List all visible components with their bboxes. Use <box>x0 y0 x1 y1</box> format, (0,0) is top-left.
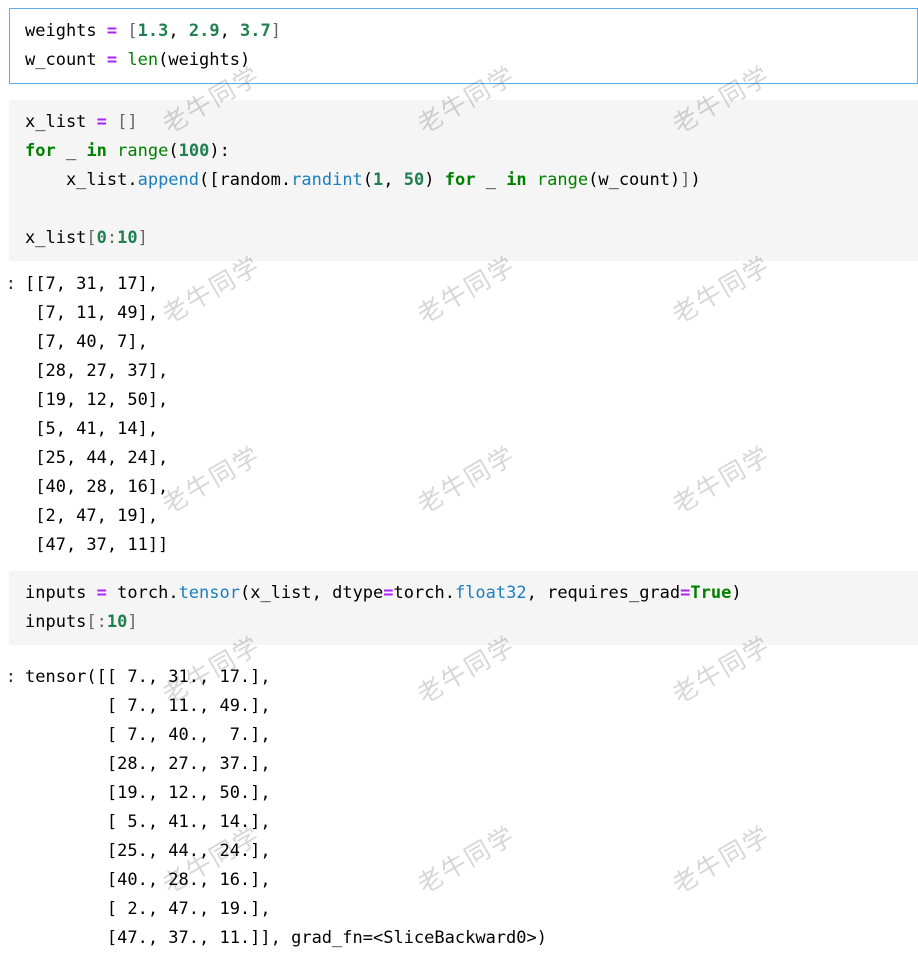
code-token: [ <box>127 21 138 41</box>
code-token: 0 <box>96 228 107 248</box>
code-token: [ <box>86 228 97 248</box>
code-token: [ <box>86 612 97 632</box>
code-token: 3.7 <box>240 21 271 41</box>
code-token: x_list <box>25 228 87 248</box>
code-token: ): <box>209 141 230 161</box>
code-token: float32 <box>454 583 527 603</box>
output-text-2: tensor([[ 7., 31., 17.], [ 7., 11., 49.]… <box>25 667 547 948</box>
code-token: _ <box>55 141 87 161</box>
code-token: in <box>86 141 107 161</box>
code-token: 10 <box>106 612 128 632</box>
code-token: 1 <box>373 170 384 190</box>
code-token: ] <box>127 612 138 632</box>
code-token: = <box>383 583 394 603</box>
code-token: ( <box>168 141 179 161</box>
code-token: (weights) <box>158 50 251 70</box>
code-token: ) <box>424 170 445 190</box>
code-token: ([random. <box>199 170 292 190</box>
code-token: , requires_grad <box>526 583 681 603</box>
code-token: ] <box>270 21 282 41</box>
output-area-2: tensor([[ 7., 31., 17.], [ 7., 11., 49.]… <box>25 663 918 953</box>
code-token: = <box>96 112 107 132</box>
code-input-area-3[interactable]: inputs = torch.tensor(x_list, dtype=torc… <box>9 571 918 645</box>
code-token: 10 <box>117 228 138 248</box>
code-token: = <box>106 50 118 70</box>
code-token: 2.9 <box>188 21 220 41</box>
code-token: torch. <box>393 583 455 603</box>
code-token: tensor <box>178 583 240 603</box>
code-token: randint <box>291 170 363 190</box>
code-token: ) <box>690 170 701 190</box>
code-token: 50 <box>403 170 425 190</box>
code-source-1[interactable]: weights = [1.3, 2.9, 3.7] w_count = len(… <box>25 17 917 75</box>
code-token: ( <box>362 170 374 190</box>
output-prompt-1: : <box>5 274 16 294</box>
code-token: (w_count) <box>588 170 681 190</box>
code-token: [] <box>117 112 138 132</box>
code-token: for <box>25 141 56 161</box>
code-input-area-2[interactable]: x_list = [] for _ in range(100): x_list.… <box>9 100 918 261</box>
output-prompt-2: : <box>5 667 16 687</box>
code-token: inputs <box>25 583 97 603</box>
code-token: inputs <box>25 612 87 632</box>
output-area-1: [[7, 31, 17], [7, 11, 49], [7, 40, 7], [… <box>25 270 918 560</box>
code-token: weights <box>25 21 107 41</box>
code-token: : <box>106 228 118 248</box>
code-source-3[interactable]: inputs = torch.tensor(x_list, dtype=torc… <box>25 579 918 637</box>
code-token: True <box>690 583 732 603</box>
code-token: x_list. <box>25 170 138 190</box>
code-token: _ <box>475 170 507 190</box>
code-input-area-1[interactable]: weights = [1.3, 2.9, 3.7] w_count = len(… <box>9 8 918 84</box>
code-token: , <box>168 21 189 41</box>
code-token: ) <box>731 583 742 603</box>
code-token: range <box>536 170 589 190</box>
code-token: append <box>137 170 200 190</box>
code-token: torch. <box>106 583 179 603</box>
code-token: len <box>127 50 159 70</box>
code-token: in <box>506 170 527 190</box>
code-token: ] <box>137 228 148 248</box>
output-text-1: [[7, 31, 17], [7, 11, 49], [7, 40, 7], [… <box>25 274 169 555</box>
code-token: 100 <box>178 141 210 161</box>
code-token: range <box>117 141 169 161</box>
code-token: (x_list, dtype <box>239 583 384 603</box>
code-token: = <box>96 583 107 603</box>
notebook-canvas: : weights = [1.3, 2.9, 3.7] w_count = le… <box>0 0 918 951</box>
code-token: , <box>219 21 241 41</box>
code-token: = <box>680 583 691 603</box>
code-token: x_list <box>25 112 97 132</box>
code-token: : <box>96 612 107 632</box>
code-token: w_count <box>25 50 107 70</box>
code-token: = <box>106 21 118 41</box>
code-source-2[interactable]: x_list = [] for _ in range(100): x_list.… <box>25 108 918 253</box>
code-token: , <box>383 170 404 190</box>
code-token: for <box>444 170 476 190</box>
code-token: ] <box>680 170 691 190</box>
code-token: 1.3 <box>137 21 169 41</box>
